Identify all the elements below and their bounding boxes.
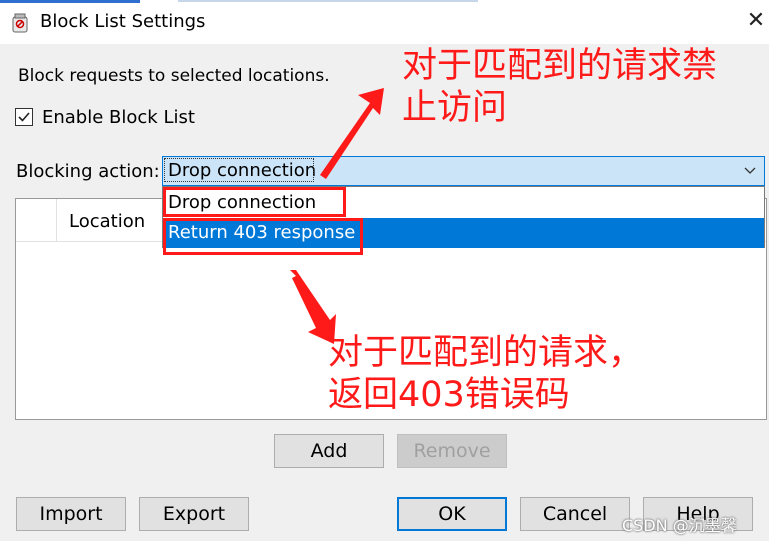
watermark: CSDN @沉墨馨	[622, 516, 737, 535]
annotation-top: 对于匹配到的请求禁 止访问	[402, 45, 717, 129]
annotation-top-line1: 对于匹配到的请求禁	[402, 46, 718, 86]
arrow-up-icon	[320, 88, 384, 179]
annotation-top-line2: 止访问	[402, 88, 508, 128]
annotation-bottom-line2: 返回403错误码	[328, 375, 570, 415]
annotation-bottom: 对于匹配到的请求， 返回403错误码	[328, 332, 643, 416]
annotation-bottom-line1: 对于匹配到的请求，	[328, 333, 644, 373]
